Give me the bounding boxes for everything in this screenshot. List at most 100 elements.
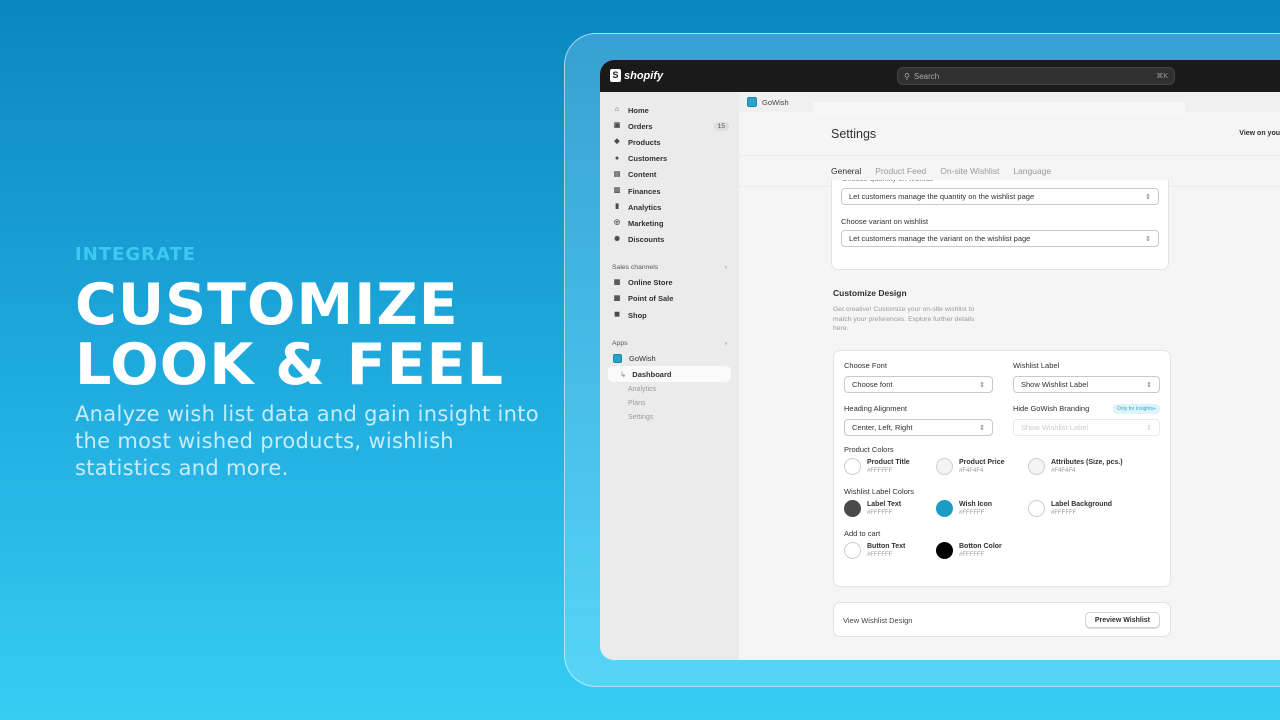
sidebar-item-gowish[interactable]: GoWish bbox=[600, 350, 739, 366]
select-arrows-icon: ⇕ bbox=[1146, 381, 1152, 389]
label-colors-label: Wishlist Label Colors bbox=[844, 487, 915, 496]
tag-icon: ◆ bbox=[614, 138, 620, 146]
color-name: Label Background bbox=[1051, 501, 1113, 508]
store-icon: ▦ bbox=[613, 278, 621, 286]
color-hex: #FFFFFF bbox=[1051, 510, 1077, 516]
sidebar-subitem-plans[interactable]: Plans bbox=[600, 396, 739, 410]
font-select[interactable]: Choose font ⇕ bbox=[844, 376, 993, 393]
preview-wishlist-button[interactable]: Preview Wishlist bbox=[1084, 612, 1160, 628]
sidebar-item-orders[interactable]: ▣ Orders 15 bbox=[600, 118, 739, 134]
search-placeholder: Search bbox=[913, 71, 940, 81]
gowish-app-icon bbox=[613, 353, 622, 363]
color-label-background[interactable]: Label Background #FFFFFF bbox=[1028, 500, 1148, 522]
app-label: GoWish bbox=[762, 97, 789, 107]
branch-icon: ↳ bbox=[620, 369, 627, 379]
color-wish-icon[interactable]: Wish Icon #FFFFFF bbox=[936, 500, 1028, 522]
sidebar-item-home[interactable]: ⌂ Home bbox=[600, 102, 739, 118]
bank-icon: ▥ bbox=[613, 187, 621, 195]
quantity-select[interactable]: Let customers manage the quantity on the… bbox=[841, 188, 1159, 205]
color-attributes[interactable]: Attributes (Size, pcs.) #F4F4F4 bbox=[1028, 458, 1148, 480]
color-swatch[interactable] bbox=[844, 500, 861, 517]
cart-colors-row: Button Text #FFFFFF Botton Color #FFFFFF bbox=[844, 542, 1160, 564]
orders-count-badge: 15 bbox=[713, 121, 729, 131]
headline-line-1: CUSTOMIZE bbox=[75, 272, 459, 338]
shopify-logo[interactable]: S shopify bbox=[610, 69, 663, 82]
sidebar-item-label: Point of Sale bbox=[628, 294, 674, 304]
select-arrows-icon: ⇕ bbox=[1145, 235, 1151, 243]
sidebar-subitem-analytics[interactable]: Analytics bbox=[600, 382, 739, 396]
add-to-cart-label: Add to cart bbox=[844, 529, 881, 538]
color-swatch[interactable] bbox=[1028, 500, 1045, 517]
search-icon: ⚲ bbox=[904, 71, 910, 81]
color-name: Wish Icon bbox=[959, 501, 992, 508]
color-swatch[interactable] bbox=[844, 542, 861, 559]
shopify-admin-window: S shopify ⚲ Search ⌘K ⌂ Home ▣ Orders 15 ◆ P… bbox=[600, 60, 1280, 660]
sidebar-subitem-dashboard[interactable]: ↳ Dashboard bbox=[608, 366, 731, 383]
sidebar-item-label: Customers bbox=[628, 154, 668, 164]
color-button-text[interactable]: Button Text #FFFFFF bbox=[844, 542, 936, 564]
color-button-color[interactable]: Botton Color #FFFFFF bbox=[936, 542, 1028, 564]
select-value: Show Wishlist Label bbox=[1020, 380, 1089, 389]
tab-language[interactable]: Language bbox=[1013, 166, 1051, 176]
sidebar-item-online-store[interactable]: ▦ Online Store bbox=[600, 275, 739, 291]
sidebar-item-point-of-sale[interactable]: ▩ Point of Sale bbox=[600, 291, 739, 307]
tab-general[interactable]: General bbox=[831, 166, 861, 176]
variant-label: Choose variant on wishlist bbox=[841, 217, 929, 226]
sidebar-item-shop[interactable]: ◼ Shop bbox=[600, 307, 739, 323]
color-swatch[interactable] bbox=[936, 542, 953, 559]
color-product-title[interactable]: Product Title #FFFFFF bbox=[844, 458, 936, 480]
chevron-right-icon: › bbox=[724, 264, 727, 272]
heading-alignment-select[interactable]: Center, Left, Right ⇕ bbox=[844, 419, 993, 436]
sidebar-item-content[interactable]: ▤ Content bbox=[600, 167, 739, 183]
sidebar-item-marketing[interactable]: ◎ Marketing bbox=[600, 215, 739, 231]
chevron-right-icon: › bbox=[724, 339, 727, 347]
color-name: Button Text bbox=[867, 543, 906, 550]
wishlist-label-select[interactable]: Show Wishlist Label ⇕ bbox=[1012, 376, 1160, 393]
select-value: Center, Left, Right bbox=[852, 423, 913, 432]
sales-channels-header[interactable]: Sales channels › bbox=[600, 261, 739, 275]
select-value: Show Wishlist Label bbox=[1020, 423, 1089, 432]
color-swatch[interactable] bbox=[936, 458, 953, 475]
sidebar-subitem-settings[interactable]: Settings bbox=[600, 410, 739, 424]
insights-plus-badge: Only for Insights+ bbox=[1112, 404, 1160, 414]
color-hex: #F4F4F4 bbox=[1051, 468, 1076, 474]
sidebar-item-finances[interactable]: ▥ Finances bbox=[600, 183, 739, 199]
sidebar-item-customers[interactable]: ● Customers bbox=[600, 151, 739, 167]
tab-product-feed[interactable]: Product Feed bbox=[875, 166, 926, 176]
color-name: Botton Color bbox=[959, 543, 1002, 550]
hide-branding-select: Show Wishlist Label ⇕ bbox=[1012, 419, 1160, 436]
select-value: Let customers manage the quantity on the… bbox=[849, 192, 1035, 201]
sidebar-item-products[interactable]: ◆ Products bbox=[600, 134, 739, 150]
wishlist-label-label: Wishlist Label bbox=[1012, 361, 1060, 370]
section-title: Sales channels bbox=[612, 264, 659, 272]
sidebar-item-label: Finances bbox=[628, 186, 661, 196]
sidebar-item-analytics[interactable]: ▮ Analytics bbox=[600, 199, 739, 215]
label-colors-row: Label Text #FFFFFF Wish Icon #FFFFFF Label… bbox=[844, 500, 1160, 522]
sidebar-item-label: GoWish bbox=[629, 353, 656, 363]
customize-design-description: Get creative! Customize your on-site wis… bbox=[833, 306, 975, 332]
apps-header[interactable]: Apps › bbox=[600, 336, 739, 350]
quantity-label: Choose quantity on wishlist bbox=[842, 180, 933, 183]
color-swatch[interactable] bbox=[1028, 458, 1045, 475]
tab-on-site-wishlist[interactable]: On-site Wishlist bbox=[940, 166, 999, 176]
heading-alignment-label: Heading Alignment bbox=[844, 404, 907, 413]
sidebar-item-discounts[interactable]: ✺ Discounts bbox=[600, 232, 739, 248]
variant-select[interactable]: Let customers manage the variant on the … bbox=[841, 230, 1159, 247]
search-input[interactable]: ⚲ Search ⌘K bbox=[897, 67, 1175, 85]
color-name: Product Title bbox=[867, 459, 910, 466]
color-hex: #FFFFFF bbox=[959, 552, 985, 558]
discount-icon: ✺ bbox=[614, 235, 620, 243]
inbox-icon: ▣ bbox=[613, 122, 621, 130]
color-label-text[interactable]: Label Text #FFFFFF bbox=[844, 500, 936, 522]
color-product-price[interactable]: Product Price #F4F4F4 bbox=[936, 458, 1028, 480]
color-name: Attributes (Size, pcs.) bbox=[1051, 459, 1123, 466]
view-on-store-link[interactable]: View on you bbox=[1239, 130, 1280, 137]
color-name: Label Text bbox=[867, 501, 902, 508]
select-value: Let customers manage the variant on the … bbox=[849, 234, 1031, 243]
color-swatch[interactable] bbox=[844, 458, 861, 475]
color-hex: #FFFFFF bbox=[867, 468, 893, 474]
headline-line-2: LOOK & FEEL bbox=[75, 332, 504, 398]
hero: INTEGRATE CUSTOMIZE LOOK & FEEL Analyze … bbox=[75, 244, 545, 482]
page-header: Settings View on you bbox=[739, 112, 1280, 156]
color-swatch[interactable] bbox=[936, 500, 953, 517]
